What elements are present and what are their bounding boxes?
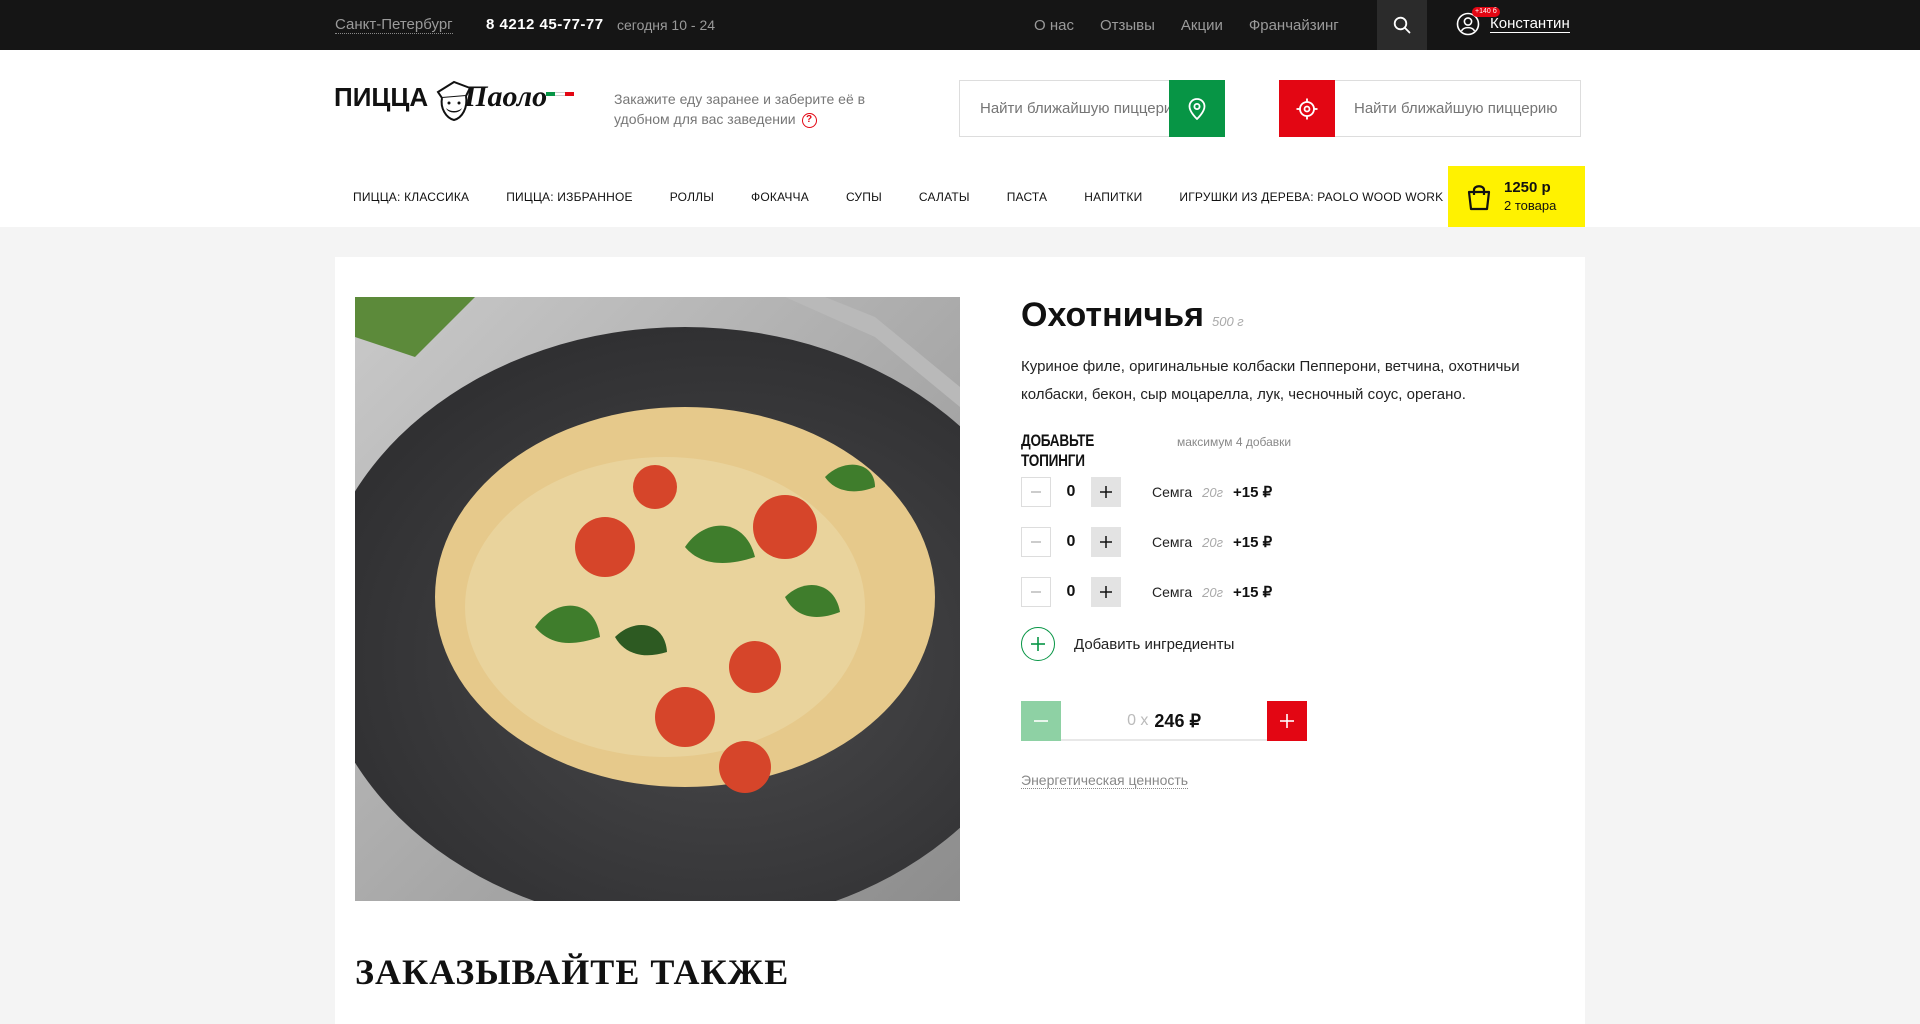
also-order-heading: ЗАКАЗЫВАЙТЕ ТАКЖЕ — [355, 952, 790, 992]
topping-name: Семга — [1152, 534, 1193, 550]
geolocate-button[interactable] — [1279, 80, 1335, 137]
city-selector[interactable]: Санкт-Петербург — [335, 16, 453, 34]
topping-quantity: 0 — [1066, 483, 1076, 500]
nav-drinks[interactable]: Напитки — [1084, 190, 1142, 204]
topping-increment-button[interactable] — [1091, 527, 1121, 557]
topping-price: +15 ₽ — [1232, 484, 1273, 501]
bonus-badge: +140 б — [1472, 7, 1500, 17]
minus-icon — [1031, 491, 1041, 493]
toppings-title: Добавьте топинги — [1021, 431, 1095, 470]
map-pin-button[interactable] — [1169, 80, 1225, 137]
order-quantity-control: 0 x 246 ₽ — [1021, 701, 1307, 741]
nearest-pizzeria-input[interactable] — [1354, 81, 1566, 136]
minus-icon — [1031, 591, 1041, 593]
top-bar: Санкт-Петербург 8 4212 45-77-77 сегодня … — [0, 0, 1920, 50]
topping-weight: 20г — [1202, 534, 1223, 550]
cart-total: 1250 р — [1504, 179, 1551, 196]
link-reviews[interactable]: Отзывы — [1100, 17, 1155, 34]
category-nav: Пицца: классика Пицца: избранное Роллы Ф… — [353, 190, 1480, 204]
add-ingredients-label: Добавить ингредиенты — [1074, 635, 1235, 653]
nav-pizza-favorites[interactable]: Пицца: избранное — [506, 190, 633, 204]
pizzeria-finder-locate — [1279, 80, 1581, 137]
logo-chef-icon — [436, 80, 472, 122]
search-icon — [1393, 16, 1411, 34]
order-increment-button[interactable] — [1267, 701, 1307, 741]
link-franchise[interactable]: Франчайзинг — [1249, 17, 1339, 34]
add-circle-icon — [1021, 627, 1055, 661]
topping-name: Семга — [1152, 584, 1193, 600]
pizzeria-search-input[interactable] — [980, 81, 1186, 136]
working-hours: сегодня 10 - 24 — [617, 17, 716, 33]
phone-number[interactable]: 8 4212 45-77-77 — [486, 16, 604, 33]
plus-icon — [1100, 536, 1112, 548]
nav-wooden-toys[interactable]: Игрушки из дерева: Paolo wood work — [1179, 190, 1443, 204]
pizzeria-finder-search — [959, 80, 1225, 137]
plus-icon — [1100, 486, 1112, 498]
minus-icon — [1034, 720, 1048, 722]
topping-weight: 20г — [1202, 584, 1223, 600]
product-photo — [355, 297, 960, 901]
topping-decrement-button[interactable] — [1021, 477, 1051, 507]
logo-flag-icon — [546, 92, 574, 96]
plus-icon — [1280, 714, 1294, 728]
top-links: О нас Отзывы Акции Франчайзинг — [1034, 17, 1339, 34]
cart-count: 2 товара — [1504, 198, 1557, 213]
add-ingredients-button[interactable]: Добавить ингредиенты — [1021, 627, 1234, 661]
topping-quantity: 0 — [1066, 533, 1076, 550]
minus-icon — [1031, 541, 1041, 543]
topping-increment-button[interactable] — [1091, 577, 1121, 607]
pasta-dish-image — [355, 297, 960, 901]
search-button[interactable] — [1377, 0, 1427, 50]
logo-word-paolo: Паоло — [464, 80, 548, 113]
topping-row: 0 Семга 20г +15 ₽ — [1021, 577, 1272, 607]
order-summary: 0 x 246 ₽ — [1061, 701, 1267, 741]
help-icon[interactable]: ? — [801, 112, 817, 128]
shopping-bag-icon — [1467, 184, 1491, 210]
nav-pasta[interactable]: Паста — [1007, 190, 1048, 204]
cart-summary: 1250 р 2 товара — [1504, 179, 1556, 214]
nav-pizza-classic[interactable]: Пицца: классика — [353, 190, 469, 204]
topping-increment-button[interactable] — [1091, 477, 1121, 507]
plus-icon — [1100, 586, 1112, 598]
product-description: Куриное филе, оригинальные колбаски Пепп… — [1021, 358, 1520, 403]
nav-salads[interactable]: Салаты — [919, 190, 970, 204]
nav-soups[interactable]: Супы — [846, 190, 882, 204]
topping-decrement-button[interactable] — [1021, 527, 1051, 557]
product-weight: 500 г — [1212, 314, 1244, 329]
topping-price: +15 ₽ — [1232, 584, 1273, 601]
nav-rolls[interactable]: Роллы — [670, 190, 714, 204]
logo[interactable]: ПИЦЦА Паоло — [334, 80, 574, 122]
logo-word-pizza: ПИЦЦА — [334, 81, 429, 112]
product-name: Охотничья — [1021, 296, 1204, 334]
product-title-row: Охотничья 500 г — [1021, 296, 1244, 335]
cart-button[interactable]: 1250 р 2 товара — [1448, 166, 1585, 227]
user-name[interactable]: Константин — [1490, 15, 1570, 33]
topping-decrement-button[interactable] — [1021, 577, 1051, 607]
product-price: 246 ₽ — [1154, 710, 1201, 731]
link-promotions[interactable]: Акции — [1181, 17, 1223, 34]
order-count: 0 x — [1127, 712, 1149, 729]
pickup-tagline: Закажите еду заранее и заберите её в удо… — [614, 89, 884, 129]
map-pin-icon — [1188, 97, 1206, 120]
link-about[interactable]: О нас — [1034, 17, 1074, 34]
nav-focaccia[interactable]: Фокачча — [751, 190, 809, 204]
tagline-text: Закажите еду заранее и заберите её в удо… — [614, 91, 866, 127]
topping-row: 0 Семга 20г +15 ₽ — [1021, 477, 1272, 507]
crosshair-icon — [1296, 98, 1318, 119]
topping-weight: 20г — [1202, 484, 1223, 500]
energy-value-link[interactable]: Энергетическая ценность — [1021, 772, 1189, 789]
topping-price: +15 ₽ — [1232, 534, 1273, 551]
topping-row: 0 Семга 20г +15 ₽ — [1021, 527, 1272, 557]
toppings-max: максимум 4 добавки — [1177, 435, 1292, 449]
topping-quantity: 0 — [1066, 583, 1076, 600]
toppings-header: Добавьте топинги максимум 4 добавки — [1021, 431, 1291, 471]
order-decrement-button[interactable] — [1021, 701, 1061, 741]
topping-name: Семга — [1152, 484, 1193, 500]
